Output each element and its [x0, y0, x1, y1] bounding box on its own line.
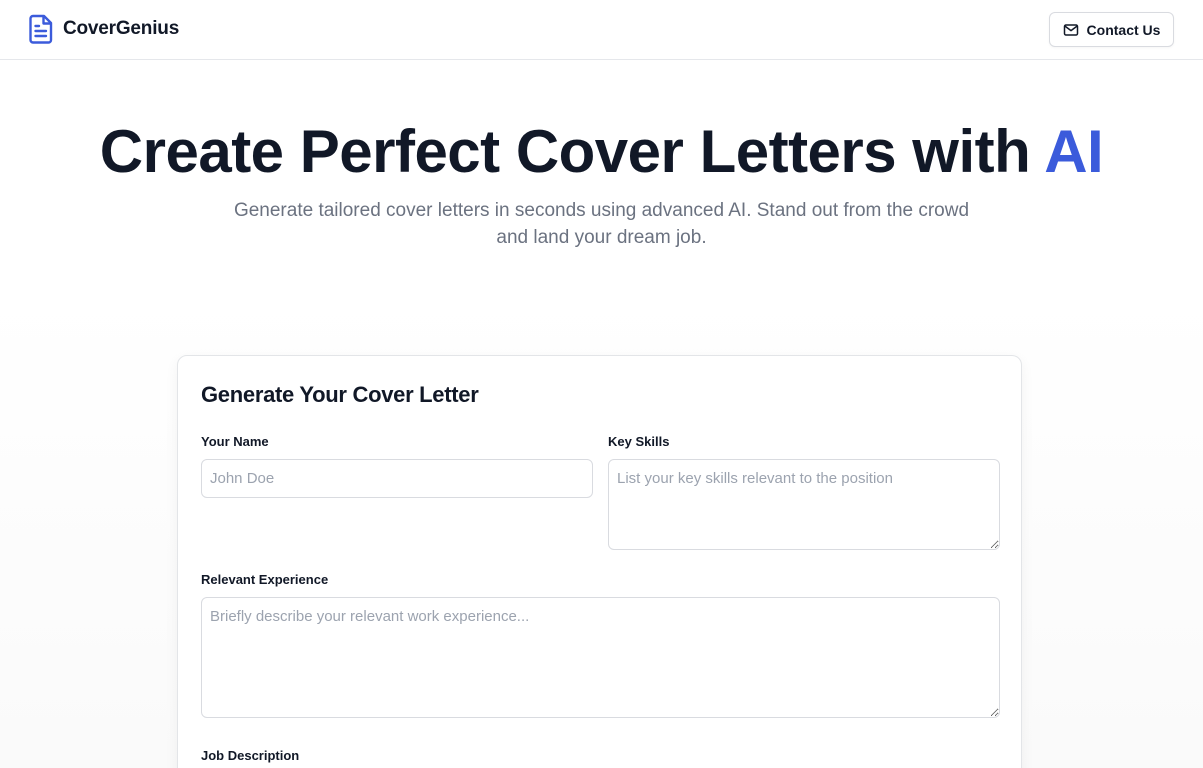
- job-description-label: Job Description: [201, 748, 300, 763]
- key-skills-textarea[interactable]: [608, 459, 1000, 550]
- your-name-input[interactable]: [201, 459, 593, 498]
- relevant-experience-textarea[interactable]: [201, 597, 1000, 718]
- brand-name: CoverGenius: [63, 18, 180, 39]
- contact-us-label: Contact Us: [1086, 21, 1161, 38]
- cover-letter-form-card: Generate Your Cover Letter Your Name Key…: [177, 355, 1022, 768]
- top-header: CoverGenius Contact Us: [0, 0, 1203, 60]
- hero-title-main: Create Perfect Cover Letters with: [99, 118, 1045, 185]
- contact-us-button[interactable]: Contact Us: [1049, 12, 1174, 47]
- document-icon: [28, 14, 54, 44]
- form-title: Generate Your Cover Letter: [201, 382, 479, 407]
- hero-subtitle: Generate tailored cover letters in secon…: [233, 200, 970, 248]
- hero-title-accent: AI: [1044, 118, 1104, 185]
- mail-icon: [1063, 22, 1079, 38]
- your-name-label: Your Name: [201, 434, 269, 449]
- key-skills-label: Key Skills: [608, 434, 670, 449]
- relevant-experience-label: Relevant Experience: [201, 572, 329, 587]
- hero-title: Create Perfect Cover Letters with AI: [0, 116, 1203, 188]
- brand-logo[interactable]: CoverGenius: [28, 14, 179, 44]
